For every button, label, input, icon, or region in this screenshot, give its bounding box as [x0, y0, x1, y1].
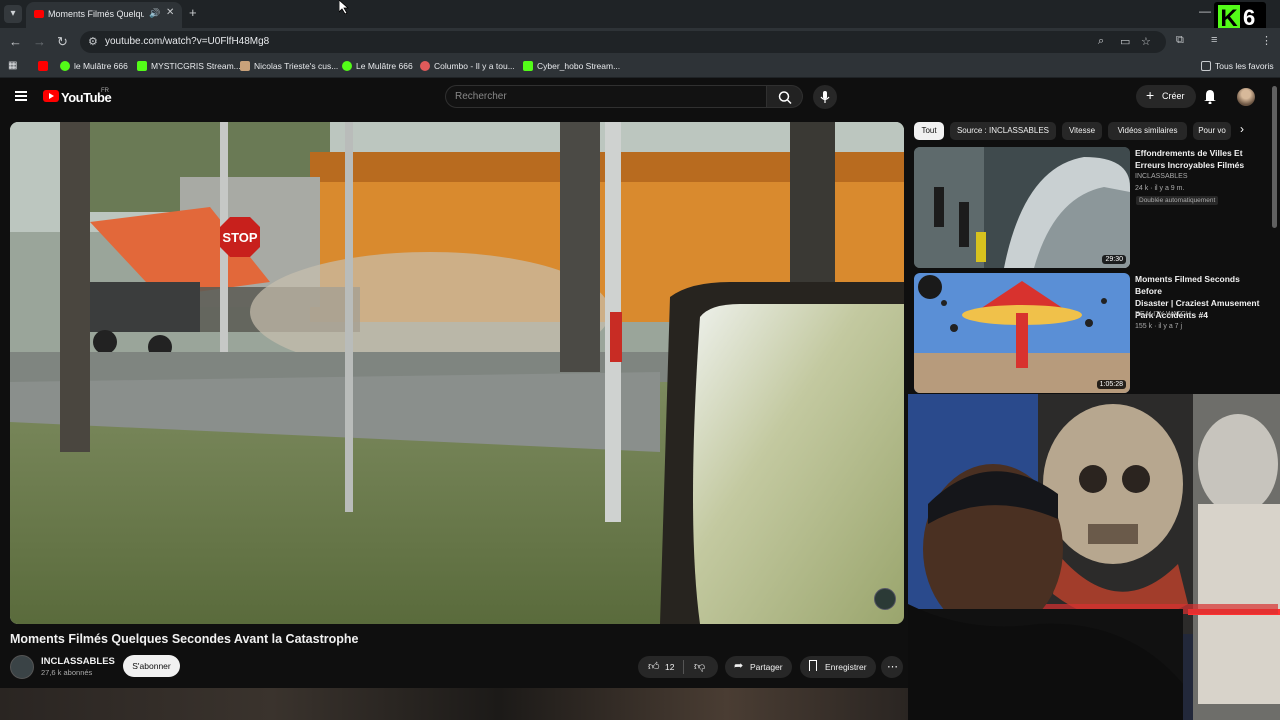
- youtube-favicon-icon: [34, 10, 44, 18]
- tab-title: Moments Filmés Quelques: [48, 9, 144, 19]
- share-button[interactable]: ➦ Partager: [725, 656, 792, 678]
- account-avatar[interactable]: [1237, 88, 1255, 106]
- zoom-icon[interactable]: ⌕: [1098, 35, 1104, 48]
- like-divider: [683, 660, 684, 674]
- voice-search-button[interactable]: [813, 85, 837, 109]
- address-bar[interactable]: ⚙ youtube.com/watch?v=U0FlfH48Mg8 ⌕ ▭ ☆: [80, 31, 1166, 53]
- microphone-icon: [820, 91, 830, 103]
- url-text[interactable]: youtube.com/watch?v=U0FlfH48Mg8: [105, 36, 269, 47]
- bookmark-5[interactable]: Columbo - Il y a tou...: [420, 61, 515, 71]
- reload-icon[interactable]: ↻: [57, 34, 68, 50]
- more-actions-button[interactable]: ⋯: [881, 656, 903, 678]
- close-tab-icon[interactable]: ✕: [166, 7, 174, 18]
- bookmark-3[interactable]: Nicolas Trieste's cus...: [240, 61, 338, 71]
- chip-next-icon[interactable]: ›: [1240, 122, 1244, 136]
- like-count[interactable]: 12: [665, 662, 674, 672]
- save-button[interactable]: Enregistrer: [800, 656, 876, 678]
- youtube-logo-icon[interactable]: [43, 90, 59, 102]
- site-info-icon[interactable]: ⚙: [88, 35, 98, 48]
- bookmark-1[interactable]: le Mulâtre 666: [60, 61, 128, 71]
- chrome-menu-icon[interactable]: ⋮: [1261, 34, 1272, 47]
- recommendation-1-image: [914, 147, 1130, 268]
- below-video-background: [0, 688, 908, 720]
- channel-name[interactable]: INCLASSABLES: [41, 656, 115, 667]
- recommendation-1-meta: 24 k · il y a 9 m.: [1135, 185, 1185, 192]
- minimize-window-icon[interactable]: —: [1199, 4, 1211, 18]
- menu-icon[interactable]: [15, 91, 27, 101]
- browser-tab-strip: ▾ Moments Filmés Quelques 🔊 ✕ + — K 6: [0, 0, 1280, 36]
- plus-icon: +: [1146, 87, 1155, 103]
- channel-watermark-icon[interactable]: [874, 588, 896, 610]
- tab-search-button[interactable]: ▾: [4, 5, 22, 23]
- notifications-bell-icon[interactable]: [1203, 88, 1217, 104]
- stop-sign-text: STOP: [222, 230, 257, 245]
- webcam-image: [908, 394, 1280, 720]
- recommendation-2-image: [914, 273, 1130, 393]
- extensions-icon[interactable]: ⧉: [1176, 34, 1184, 47]
- dislike-icon[interactable]: 👎︎: [694, 660, 705, 673]
- forward-icon[interactable]: →: [33, 34, 46, 49]
- subscribe-button[interactable]: S'abonner: [123, 655, 180, 677]
- recommendation-1-title[interactable]: Effondrements de Villes Et Erreurs Incro…: [1135, 147, 1265, 171]
- browser-toolbar: ← → ↻ ⚙ youtube.com/watch?v=U0FlfH48Mg8 …: [0, 28, 1280, 76]
- browser-tab[interactable]: Moments Filmés Quelques 🔊 ✕: [26, 2, 182, 28]
- cast-icon[interactable]: ▭: [1120, 35, 1130, 48]
- chip-all[interactable]: Tout: [914, 122, 944, 140]
- search-placeholder: Rechercher: [455, 91, 507, 102]
- speaker-icon[interactable]: 🔊: [149, 8, 160, 19]
- save-icon: [809, 660, 817, 671]
- bookmark-6[interactable]: Cyber_hobo Stream...: [523, 61, 620, 71]
- bookmark-star-icon[interactable]: ☆: [1141, 35, 1151, 48]
- recommendation-2-meta: 155 k · il y a 7 j: [1135, 323, 1183, 330]
- recommendation-1-channel[interactable]: INCLASSABLES: [1135, 173, 1188, 180]
- chip-source[interactable]: Source : INCLASSABLES: [950, 122, 1056, 140]
- like-icon[interactable]: 👍︎: [648, 660, 660, 673]
- subscriber-count: 27,6 k abonnés: [41, 668, 93, 677]
- region-label: FR: [101, 88, 109, 94]
- apps-grid-icon[interactable]: ▦: [8, 60, 17, 71]
- webcam-overlay: [908, 394, 1280, 720]
- recommendation-2-channel[interactable]: REALITY WATCH: [1135, 311, 1191, 318]
- search-button[interactable]: [767, 85, 803, 108]
- recommendation-2-thumbnail[interactable]: 1:05:28: [914, 273, 1130, 393]
- recommendation-1-duration: 29:30: [1102, 255, 1126, 264]
- bookmark-youtube[interactable]: [38, 61, 52, 71]
- channel-avatar[interactable]: [10, 655, 34, 679]
- create-button[interactable]: + Créer: [1136, 85, 1196, 108]
- youtube-header: YouTube FR Rechercher + Créer: [0, 80, 1280, 114]
- video-title: Moments Filmés Quelques Secondes Avant l…: [10, 632, 359, 646]
- media-control-icon[interactable]: ≡: [1211, 34, 1217, 46]
- like-dislike-group: 👍︎ 12 👎︎: [638, 656, 718, 678]
- bookmarks-bar: ▦ le Mulâtre 666 MYSTICGRIS Stream... Ni…: [0, 56, 1280, 78]
- chip-for-you[interactable]: Pour vo: [1193, 122, 1231, 140]
- video-frame: STOP: [10, 122, 904, 624]
- all-bookmarks[interactable]: Tous les favoris: [1201, 61, 1274, 71]
- video-player[interactable]: STOP: [10, 122, 904, 624]
- back-icon[interactable]: ←: [9, 34, 22, 49]
- search-input[interactable]: Rechercher: [445, 85, 767, 108]
- page-scrollbar[interactable]: [1272, 86, 1277, 228]
- more-icon: ⋯: [887, 661, 898, 673]
- search-icon: [778, 91, 792, 105]
- chip-speed[interactable]: Vitesse: [1062, 122, 1102, 140]
- bookmark-4[interactable]: Le Mulâtre 666: [342, 61, 413, 71]
- auto-dubbed-badge: Doublée automatiquement: [1136, 196, 1219, 205]
- new-tab-icon[interactable]: +: [189, 5, 197, 20]
- chip-similar[interactable]: Vidéos similaires: [1108, 122, 1187, 140]
- recommendation-1-thumbnail[interactable]: 29:30: [914, 147, 1130, 268]
- bookmark-2[interactable]: MYSTICGRIS Stream...: [137, 61, 241, 71]
- share-icon: ➦: [734, 660, 744, 672]
- recommendation-2-duration: 1:05:28: [1096, 380, 1126, 389]
- mouse-cursor-icon: [339, 0, 349, 14]
